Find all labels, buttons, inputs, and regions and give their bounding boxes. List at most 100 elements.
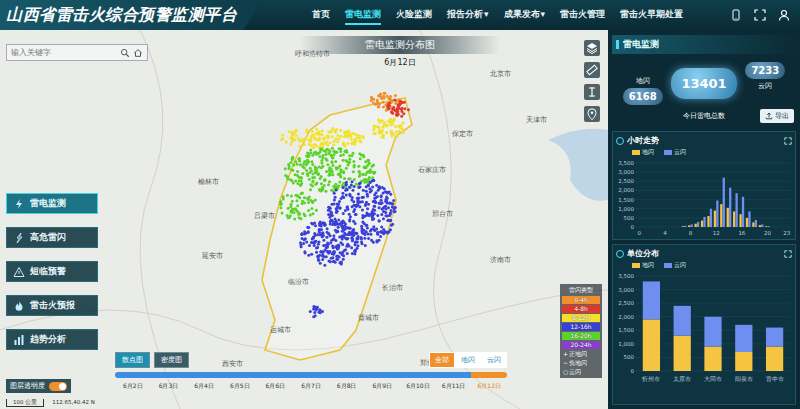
timeline-track[interactable] [115, 372, 507, 378]
coordinates: 112.65,40.42 N [52, 399, 95, 407]
filter-button[interactable]: 云闪 [482, 353, 506, 367]
map-tools [584, 40, 600, 122]
filter-button[interactable]: 地闪 [456, 353, 480, 367]
nav-item[interactable]: 首页 [312, 6, 330, 25]
timeline-segment[interactable] [222, 372, 258, 378]
cloud-bar [643, 281, 660, 319]
legend-swatch [664, 263, 672, 268]
sidebar-item[interactable]: 雷电监测 [6, 193, 98, 214]
timeline-segment[interactable] [186, 372, 222, 378]
search-icon[interactable] [120, 48, 130, 58]
timeline-segment[interactable] [293, 372, 329, 378]
map-canvas[interactable] [0, 30, 608, 409]
legend-swatch [664, 150, 672, 155]
expand-icon[interactable] [784, 250, 792, 258]
pin-icon[interactable] [584, 106, 600, 122]
legend-entry: 云闪 [664, 148, 686, 157]
timeline-segment[interactable] [436, 372, 472, 378]
legend-entry: 地闪 [632, 148, 654, 157]
nav-item[interactable]: 雷电监测 [345, 6, 381, 25]
ground-bar [643, 319, 660, 371]
expand-icon[interactable] [784, 137, 792, 145]
sidebar-item[interactable]: 短临预警 [6, 261, 98, 282]
svg-text:1,500: 1,500 [618, 197, 634, 203]
ground-bar [746, 218, 748, 227]
svg-text:1,500: 1,500 [618, 327, 634, 333]
ground-bar [778, 227, 780, 228]
mark-symbol: − [562, 359, 569, 367]
city-label: 延安市 [202, 252, 223, 261]
ground-bar [675, 227, 677, 228]
toggle-switch[interactable] [49, 382, 67, 391]
legend-mark: ○云闪 [562, 368, 600, 376]
fullscreen-icon[interactable] [754, 9, 766, 21]
svg-text:3,000: 3,000 [618, 169, 634, 175]
sidebar-label: 雷击火预报 [30, 299, 75, 312]
city-label: 临汾市 [288, 278, 309, 287]
sidebar-item[interactable]: 雷击火预报 [6, 295, 98, 316]
timeline-day[interactable]: 6月11日 [436, 382, 472, 391]
nav-item[interactable]: 报告分析▾ [447, 6, 489, 25]
timeline-day[interactable]: 6月12日 [471, 382, 507, 391]
ground-bar [784, 227, 786, 228]
panel-header: 雷电监测 [612, 35, 796, 54]
legend-mark: −负地闪 [562, 359, 600, 367]
view-buttons: 散点图密度图 [115, 352, 189, 368]
map[interactable]: 呼和浩特市北京市天津市保定市石家庄市邢台市济南市榆林市吕梁市延安市临汾市长治市晋… [0, 30, 608, 409]
chart-legend: 地闪云闪 [616, 261, 792, 270]
cloud-bar [684, 226, 686, 227]
legend-item: 12-16h [562, 323, 600, 331]
timeline-segment[interactable] [115, 372, 151, 378]
view-button[interactable]: 散点图 [115, 352, 150, 368]
timeline-day[interactable]: 6月2日 [115, 382, 151, 391]
layers-icon[interactable] [584, 40, 600, 56]
timeline-day[interactable]: 6月9日 [364, 382, 400, 391]
hourly-card: 小时走势地闪云闪3,5003,0002,5002,0001,5001,00050… [612, 131, 796, 240]
view-button[interactable]: 密度图 [154, 352, 189, 368]
warning-icon [13, 266, 25, 278]
timeline-day[interactable]: 6月10日 [400, 382, 436, 391]
ground-bar [637, 227, 639, 228]
mark-symbol: ○ [562, 368, 569, 376]
cloud-bar [768, 226, 770, 228]
cloud-bar [665, 227, 667, 228]
nav-item[interactable]: 火险监测 [396, 6, 432, 25]
ground-bar [682, 226, 684, 228]
search-input[interactable] [11, 46, 117, 59]
timeline-day[interactable]: 6月7日 [293, 382, 329, 391]
city-label: 天津市 [526, 116, 547, 125]
timeline-day[interactable]: 6月3日 [151, 382, 187, 391]
home-icon[interactable] [133, 48, 143, 58]
fire-icon [13, 300, 25, 312]
toggle-label: 图层透明度 [10, 381, 45, 391]
title-mark [616, 137, 624, 145]
timeline-segment[interactable] [400, 372, 436, 378]
user-icon[interactable] [778, 9, 790, 21]
svg-text:阳泉市: 阳泉市 [735, 375, 753, 382]
timeline-segment[interactable] [329, 372, 365, 378]
nav-item[interactable]: 成果发布▾ [504, 6, 546, 25]
phone-icon[interactable] [730, 9, 742, 21]
svg-text:0: 0 [631, 224, 635, 230]
city-label: 西安市 [222, 360, 243, 369]
measure-icon[interactable] [584, 84, 600, 100]
export-button[interactable]: 导出 [760, 109, 794, 123]
svg-text:23: 23 [783, 230, 790, 236]
timeline-segment[interactable] [151, 372, 187, 378]
timeline-segment[interactable] [364, 372, 400, 378]
top-icons [730, 9, 800, 21]
city-label: 石家庄市 [418, 166, 446, 175]
nav-item[interactable]: 雷击火早期处置 [620, 6, 683, 25]
timeline-day[interactable]: 6月4日 [186, 382, 222, 391]
timeline-day[interactable]: 6月8日 [329, 382, 365, 391]
timeline-segment[interactable] [471, 372, 507, 378]
filter-button[interactable]: 全部 [430, 353, 454, 367]
timeline-day[interactable]: 6月6日 [258, 382, 294, 391]
timeline-segment[interactable] [258, 372, 294, 378]
sidebar-item[interactable]: 趋势分析 [6, 329, 98, 350]
ruler-icon[interactable] [584, 62, 600, 78]
bottom-controls: 散点图密度图 全部地闪云闪 6月2日6月3日6月4日6月5日6月6日6月7日6月8日… [115, 352, 507, 391]
nav-item[interactable]: 雷击火管理 [560, 6, 605, 25]
sidebar-item[interactable]: 高危雷闪 [6, 227, 98, 248]
timeline-day[interactable]: 6月5日 [222, 382, 258, 391]
